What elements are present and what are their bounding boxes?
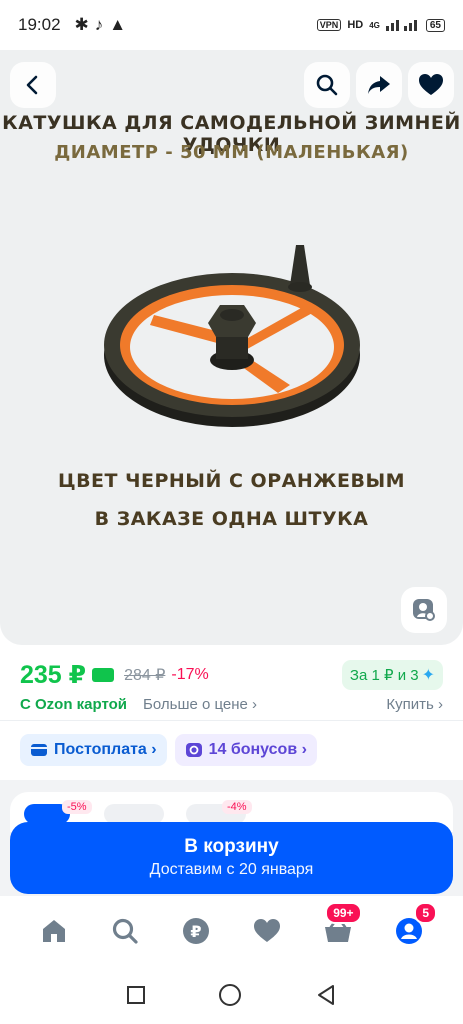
wallet-icon: [31, 744, 47, 756]
back-arrow-icon: [26, 75, 38, 95]
product-gallery[interactable]: КАТУШКА ДЛЯ САМОДЕЛЬНОЙ ЗИМНЕЙ УДОЧКИ ДИ…: [0, 50, 463, 645]
ruble-icon: ₽: [182, 918, 209, 944]
hd-indicator: HD: [347, 19, 364, 31]
bonus-icon: [185, 743, 202, 757]
back-button[interactable]: [10, 62, 56, 108]
recents-icon[interactable]: [126, 985, 146, 1005]
postpay-chip[interactable]: Постоплата ›: [20, 734, 167, 766]
status-time: 19:02: [18, 15, 61, 34]
profile-badge: 5: [414, 902, 438, 924]
tab-profile[interactable]: 5: [386, 902, 438, 954]
ozon-card-icon: [92, 668, 115, 682]
search-button[interactable]: [304, 62, 350, 108]
discount-badge: -17%: [171, 666, 209, 683]
more-about-price-link[interactable]: Больше о цене ›: [143, 696, 257, 713]
favorite-button[interactable]: [408, 62, 454, 108]
price-row: 235 ₽ 284 ₽ -17% За 1 ₽ и 3 ✦: [20, 658, 443, 692]
delivery-date-label: Доставим с 20 января: [149, 861, 314, 878]
signal-icon: [385, 17, 420, 34]
postpay-label: Постоплата ›: [54, 741, 157, 758]
app-notification-icon: ▲: [109, 15, 127, 34]
image-title-line-2: ДИАМЕТР - 50 ММ (МАЛЕНЬКАЯ): [54, 142, 409, 163]
old-price: 284 ₽: [124, 667, 166, 684]
bonuses-label: 14 бонусов ›: [208, 741, 307, 758]
heart-icon: [419, 74, 443, 95]
tab-home[interactable]: [31, 908, 77, 954]
vpn-indicator: VPN: [316, 19, 342, 31]
sparkle-icon: ✦: [421, 667, 435, 684]
installment-label: За 1 ₽ и 3: [349, 667, 419, 684]
current-price: 235 ₽: [20, 661, 87, 689]
image-search-button[interactable]: [401, 587, 447, 633]
tab-finance[interactable]: ₽: [173, 908, 219, 954]
music-icon: ♪: [94, 15, 104, 34]
variant-pill[interactable]: [104, 804, 164, 824]
tab-cart[interactable]: 99+: [315, 902, 362, 954]
tab-favorites[interactable]: [244, 908, 290, 954]
bottom-tab-bar: ₽ 99+ 5: [0, 896, 463, 966]
divider: [0, 720, 463, 721]
system-navigation-bar: [0, 966, 463, 1024]
heart-icon: [254, 919, 281, 942]
tab-catalog[interactable]: [102, 908, 148, 954]
home-icon: [42, 920, 65, 942]
visual-search-icon: [413, 599, 435, 621]
buy-link[interactable]: Купить ›: [386, 696, 443, 713]
image-caption-line-2: В ЗАКАЗЕ ОДНА ШТУКА: [94, 508, 369, 530]
bonuses-chip[interactable]: 14 бонусов ›: [174, 734, 317, 766]
variant-discount-tag: -4%: [222, 800, 252, 814]
add-to-cart-label: В корзину: [184, 836, 279, 857]
installment-badge[interactable]: За 1 ₽ и 3 ✦: [341, 660, 443, 690]
status-left: 19:02 ✱ ♪ ▲: [18, 15, 126, 35]
payment-chips: Постоплата › 14 бонусов ›: [20, 734, 317, 766]
network-type: 4G: [369, 20, 380, 30]
bluetooth-icon: ✱: [74, 15, 89, 34]
search-icon: [316, 74, 338, 96]
status-right: VPN HD 4G 65: [316, 17, 445, 34]
variant-discount-tag: -5%: [62, 800, 92, 814]
status-bar: 19:02 ✱ ♪ ▲ VPN HD 4G 65: [0, 0, 463, 50]
battery-indicator: 65: [425, 18, 445, 32]
add-to-cart-button[interactable]: В корзину Доставим с 20 января: [10, 822, 453, 894]
home-circle-icon[interactable]: [218, 983, 242, 1007]
price-sub-row: С Ozon картой Больше о цене › Купить ›: [20, 692, 443, 716]
cart-badge: 99+: [325, 902, 362, 924]
product-reel-image: [104, 245, 360, 427]
ozon-card-label: С Ozon картой: [20, 695, 128, 713]
image-caption-line-1: ЦВЕТ ЧЕРНЫЙ С ОРАНЖЕВЫМ: [57, 470, 406, 492]
svg-text:₽: ₽: [190, 922, 201, 941]
search-icon: [112, 918, 138, 944]
share-button[interactable]: [356, 62, 402, 108]
back-triangle-icon[interactable]: [315, 984, 337, 1006]
share-icon: [368, 76, 390, 94]
